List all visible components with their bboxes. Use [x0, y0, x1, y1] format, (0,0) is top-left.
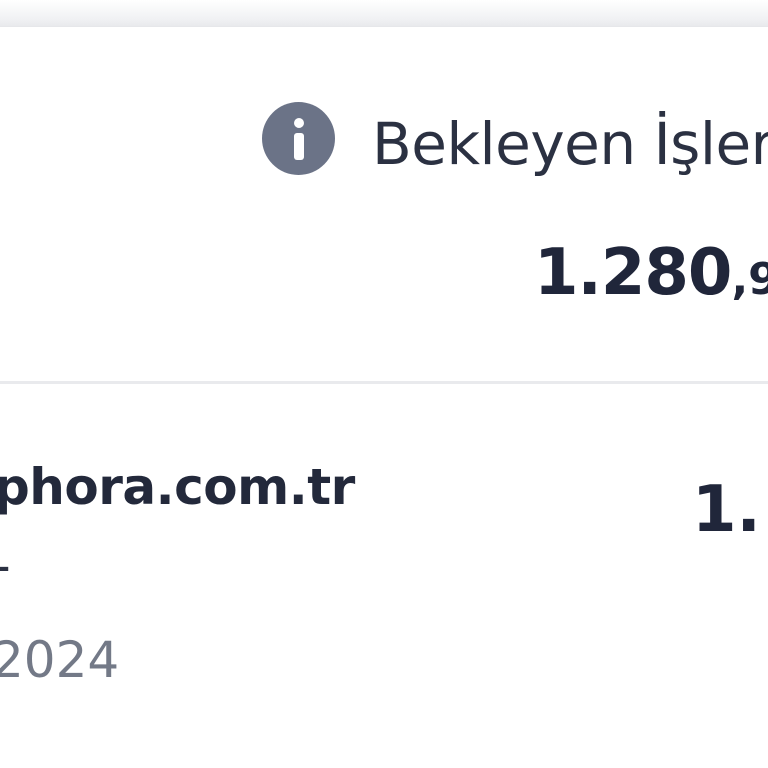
- top-divider: [0, 0, 768, 27]
- info-icon[interactable]: [262, 102, 335, 175]
- transaction-amount: 1.1: [692, 473, 768, 547]
- transaction-subtitle: -: [0, 536, 11, 596]
- screen: Bekleyen İşler 1.280,9 phora.com.tr - 20…: [0, 0, 768, 768]
- transaction-row[interactable]: phora.com.tr - 2024 1.1: [0, 384, 768, 768]
- info-icon-dot: [294, 118, 304, 128]
- pending-amount: 1.280,9: [534, 235, 768, 327]
- merchant-name: phora.com.tr: [0, 458, 355, 516]
- pending-title: Bekleyen İşler: [372, 110, 768, 178]
- pending-amount-fraction: ,9: [731, 254, 768, 305]
- info-icon-bar: [294, 133, 304, 160]
- pending-transactions-panel[interactable]: Bekleyen İşler 1.280,9: [0, 27, 768, 381]
- pending-amount-main: 1.280: [534, 236, 732, 310]
- transaction-date: 2024: [0, 631, 120, 689]
